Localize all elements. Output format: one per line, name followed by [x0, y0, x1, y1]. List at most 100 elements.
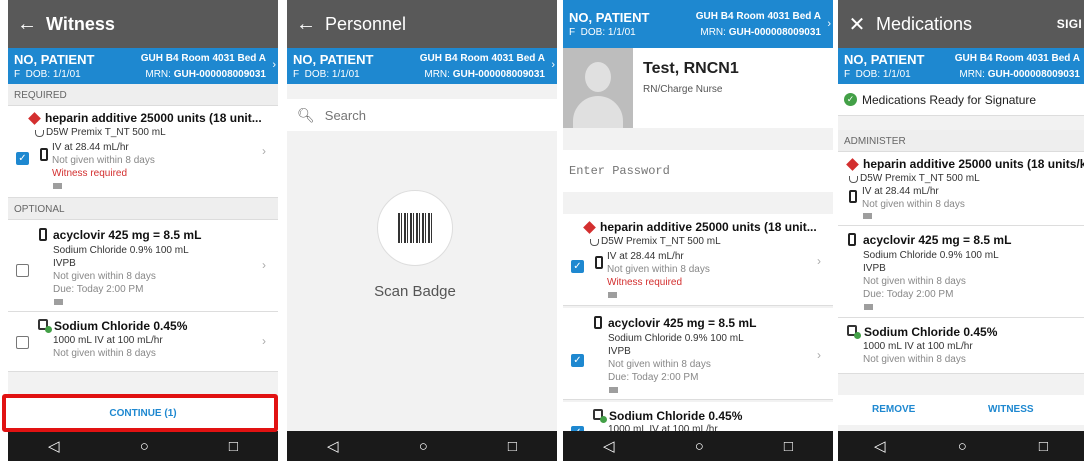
select-checkbox[interactable]: ✓ — [571, 260, 584, 273]
search-icon: 🔍︎ — [297, 106, 315, 123]
med-row-acyclovir[interactable]: acyclovir 425 mg = 8.5 mL Sodium Chlorid… — [563, 308, 833, 400]
scan-badge-button[interactable] — [377, 190, 453, 266]
select-checkbox[interactable] — [16, 336, 29, 349]
highlight-box — [2, 394, 278, 432]
comment-icon — [54, 299, 63, 305]
med-rate: IV at 28.44 mL/hr — [52, 142, 129, 153]
patient-mrn: MRN: GUH-000008009031 — [700, 27, 821, 38]
square-recent-icon[interactable]: □ — [229, 438, 238, 455]
select-checkbox[interactable]: ✓ — [16, 152, 29, 165]
patient-mrn: MRN: GUH-000008009031 — [424, 69, 545, 80]
med-diluent: Sodium Chloride 0.9% 100 mL — [608, 333, 744, 344]
select-checkbox[interactable] — [16, 264, 29, 277]
med-status: Not given within 8 days — [53, 348, 156, 359]
warning-diamond-icon — [583, 221, 596, 234]
action-bar: REMOVE WITNESS — [838, 395, 1084, 425]
comment-icon — [53, 183, 62, 189]
med-status: Not given within 8 days — [607, 264, 710, 275]
avatar — [563, 48, 633, 128]
chevron-right-icon: › — [817, 348, 821, 362]
barcode-icon — [398, 213, 432, 243]
sign-button[interactable]: SIGI — [1057, 17, 1082, 31]
med-title: Sodium Chloride 0.45% — [54, 319, 188, 333]
circle-home-icon[interactable]: ○ — [419, 438, 428, 455]
med-route: IVPB — [863, 263, 886, 274]
witness-button[interactable]: WITNESS — [988, 404, 1034, 415]
password-field[interactable] — [563, 150, 833, 192]
device-icon — [848, 233, 856, 246]
med-row-heparin[interactable]: heparin additive 25000 units (18 unit...… — [563, 214, 833, 306]
section-header-administer: ADMINISTER — [838, 130, 1084, 152]
med-title: acyclovir 425 mg = 8.5 mL — [53, 228, 202, 242]
med-row-sodium-chloride[interactable]: Sodium Chloride 0.45% ✓ 1000 mL IV at 10… — [563, 402, 833, 432]
select-checkbox[interactable]: ✓ — [571, 354, 584, 367]
comment-icon — [864, 304, 873, 310]
med-product: D5W Premix T_NT 500 mL — [46, 127, 166, 138]
med-row-acyclovir[interactable]: acyclovir 425 mg = 8.5 mL Sodium Chlorid… — [8, 220, 278, 312]
med-rate: IV at 28.44 mL/hr — [862, 186, 939, 197]
square-recent-icon[interactable]: □ — [508, 438, 517, 455]
patient-location: GUH B4 Room 4031 Bed A — [419, 53, 545, 64]
patient-banner[interactable]: NO, PATIENT F DOB: 1/1/01 GUH B4 Room 40… — [287, 48, 557, 84]
patient-banner[interactable]: NO, PATIENT F DOB: 1/1/01 GUH B4 Room 40… — [563, 0, 833, 48]
triangle-back-icon[interactable]: ◁ — [48, 437, 60, 455]
system-nav-bar: ◁ ○ □ — [563, 431, 833, 461]
med-title: heparin additive 25000 units (18 unit... — [45, 111, 262, 125]
med-route: IVPB — [608, 346, 631, 357]
remove-button[interactable]: REMOVE — [872, 404, 915, 415]
back-arrow-icon[interactable]: ← — [287, 13, 325, 36]
app-bar: ← Witness — [8, 0, 278, 48]
patient-mrn: MRN: GUH-000008009031 — [959, 69, 1080, 80]
med-due: Due: Today 2:00 PM — [53, 284, 144, 295]
warning-diamond-icon — [846, 158, 859, 171]
med-row-heparin[interactable]: heparin additive 25000 units (18 unit...… — [8, 106, 278, 198]
chevron-right-icon: › — [262, 334, 266, 348]
med-status: Not given within 8 days — [863, 354, 966, 365]
comment-icon — [608, 292, 617, 298]
med-status: Not given within 8 days — [53, 271, 156, 282]
med-product: D5W Premix T_NT 500 mL — [601, 236, 721, 247]
triangle-back-icon[interactable]: ◁ — [874, 437, 886, 455]
section-header-optional: OPTIONAL — [8, 198, 278, 220]
close-icon[interactable]: ✕ — [838, 12, 876, 37]
section-header-required: REQUIRED — [8, 84, 278, 106]
iv-bag-icon — [590, 239, 599, 246]
iv-bag-icon — [849, 176, 858, 183]
med-row-acyclovir[interactable]: acyclovir 425 mg = 8.5 mL Sodium Chlorid… — [838, 226, 1084, 318]
ready-banner: ✓ Medications Ready for Signature — [838, 84, 1084, 116]
circle-home-icon[interactable]: ○ — [958, 438, 967, 455]
med-row-heparin[interactable]: heparin additive 25000 units (18 units/k… — [838, 152, 1084, 226]
system-nav-bar: ◁ ○ □ — [8, 431, 278, 461]
triangle-back-icon[interactable]: ◁ — [327, 437, 339, 455]
med-row-sodium-chloride[interactable]: Sodium Chloride 0.45% 1000 mL IV at 100 … — [838, 318, 1084, 374]
active-dot-icon — [45, 326, 52, 333]
back-arrow-icon[interactable]: ← — [8, 13, 46, 36]
triangle-back-icon[interactable]: ◁ — [603, 437, 615, 455]
circle-home-icon[interactable]: ○ — [140, 438, 149, 455]
app-bar: ✕ Medications SIGI — [838, 0, 1084, 48]
patient-name: NO, PATIENT — [569, 10, 650, 25]
patient-mrn: MRN: GUH-000008009031 — [145, 69, 266, 80]
active-dot-icon — [600, 416, 607, 423]
page-title: Medications — [876, 13, 973, 34]
device-icon — [595, 256, 603, 269]
square-recent-icon[interactable]: □ — [1039, 438, 1048, 455]
patient-location: GUH B4 Room 4031 Bed A — [695, 11, 821, 22]
chevron-right-icon: › — [262, 144, 266, 158]
patient-name: NO, PATIENT — [844, 52, 925, 67]
med-row-sodium-chloride[interactable]: Sodium Chloride 0.45% 1000 mL IV at 100 … — [8, 312, 278, 372]
med-status: Not given within 8 days — [52, 155, 155, 166]
page-title: Witness — [46, 13, 115, 34]
square-recent-icon[interactable]: □ — [784, 438, 793, 455]
med-diluent: Sodium Chloride 0.9% 100 mL — [53, 245, 189, 256]
patient-banner[interactable]: NO, PATIENT F DOB: 1/1/01 GUH B4 Room 40… — [838, 48, 1084, 84]
patient-dob: F DOB: 1/1/01 — [569, 27, 636, 38]
witness-required-label: Witness required — [52, 168, 128, 179]
search-bar: 🔍︎ — [287, 99, 557, 131]
search-input[interactable] — [324, 107, 525, 123]
user-profile: Test, RNCN1 RN/Charge Nurse — [563, 48, 833, 128]
circle-home-icon[interactable]: ○ — [695, 438, 704, 455]
patient-dob: F DOB: 1/1/01 — [14, 69, 81, 80]
med-due: Due: Today 2:00 PM — [608, 372, 699, 383]
patient-banner[interactable]: NO, PATIENT F DOB: 1/1/01 GUH B4 Room 40… — [8, 48, 278, 84]
